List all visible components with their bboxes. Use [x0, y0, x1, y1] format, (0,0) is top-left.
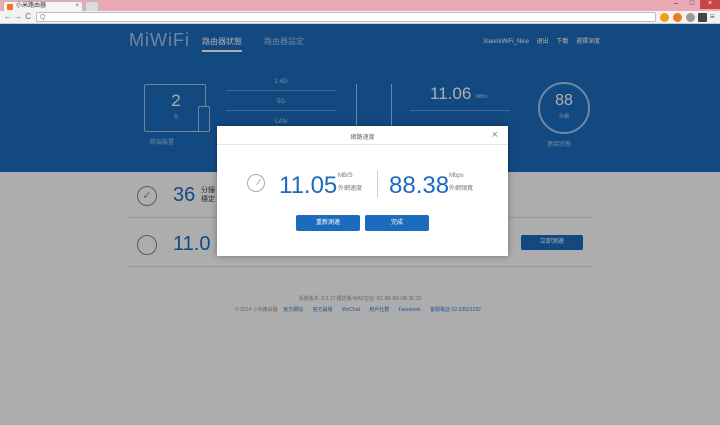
search-icon: Q: [40, 14, 46, 21]
dialog-title: 網路速度: [350, 135, 375, 141]
browser-menu-icon[interactable]: ≡: [710, 12, 715, 21]
done-button[interactable]: 完成: [365, 215, 429, 231]
extension-gray-icon[interactable]: [686, 13, 695, 22]
browser-toolbar: ← → C Q ≡: [0, 11, 720, 24]
window-close-button[interactable]: ×: [700, 0, 720, 9]
browser-title-bar: 小米路由器 × – □ ×: [0, 0, 720, 11]
tab-close-icon[interactable]: ×: [75, 2, 79, 11]
bandwidth-value: 88.38: [389, 172, 450, 199]
forward-arrow-icon[interactable]: →: [13, 12, 23, 22]
download-speed-value: 11.05: [279, 172, 338, 199]
tab-title: 小米路由器: [16, 3, 47, 9]
back-arrow-icon[interactable]: ←: [3, 12, 13, 22]
download-speed-unit: MB/S: [338, 173, 353, 179]
window-maximize-button[interactable]: □: [684, 0, 700, 9]
speedometer-icon: [247, 174, 265, 192]
browser-tab-active[interactable]: 小米路由器 ×: [3, 1, 83, 11]
cast-icon[interactable]: [698, 13, 707, 22]
window-minimize-button[interactable]: –: [668, 0, 684, 9]
bandwidth-label: 外網頻寬: [449, 186, 474, 192]
bandwidth-unit: Mbps: [449, 173, 464, 179]
new-tab-button[interactable]: [85, 1, 99, 11]
router-favicon-icon: [7, 4, 13, 10]
dialog-divider: [377, 170, 378, 198]
extension-check-icon[interactable]: [673, 13, 682, 22]
extension-orange-icon[interactable]: [660, 13, 669, 22]
address-bar[interactable]: Q: [36, 12, 656, 22]
dialog-header: 網路速度 ×: [217, 126, 508, 145]
download-speed-label: 外網速度: [338, 186, 363, 192]
retest-button[interactable]: 重新測速: [296, 215, 360, 231]
close-icon[interactable]: ×: [492, 129, 498, 141]
speed-test-dialog: 網路速度 × 11.05 MB/S 外網速度 88.38 Mbps 外網頻寬 重…: [217, 126, 508, 256]
reload-icon[interactable]: C: [23, 12, 33, 22]
